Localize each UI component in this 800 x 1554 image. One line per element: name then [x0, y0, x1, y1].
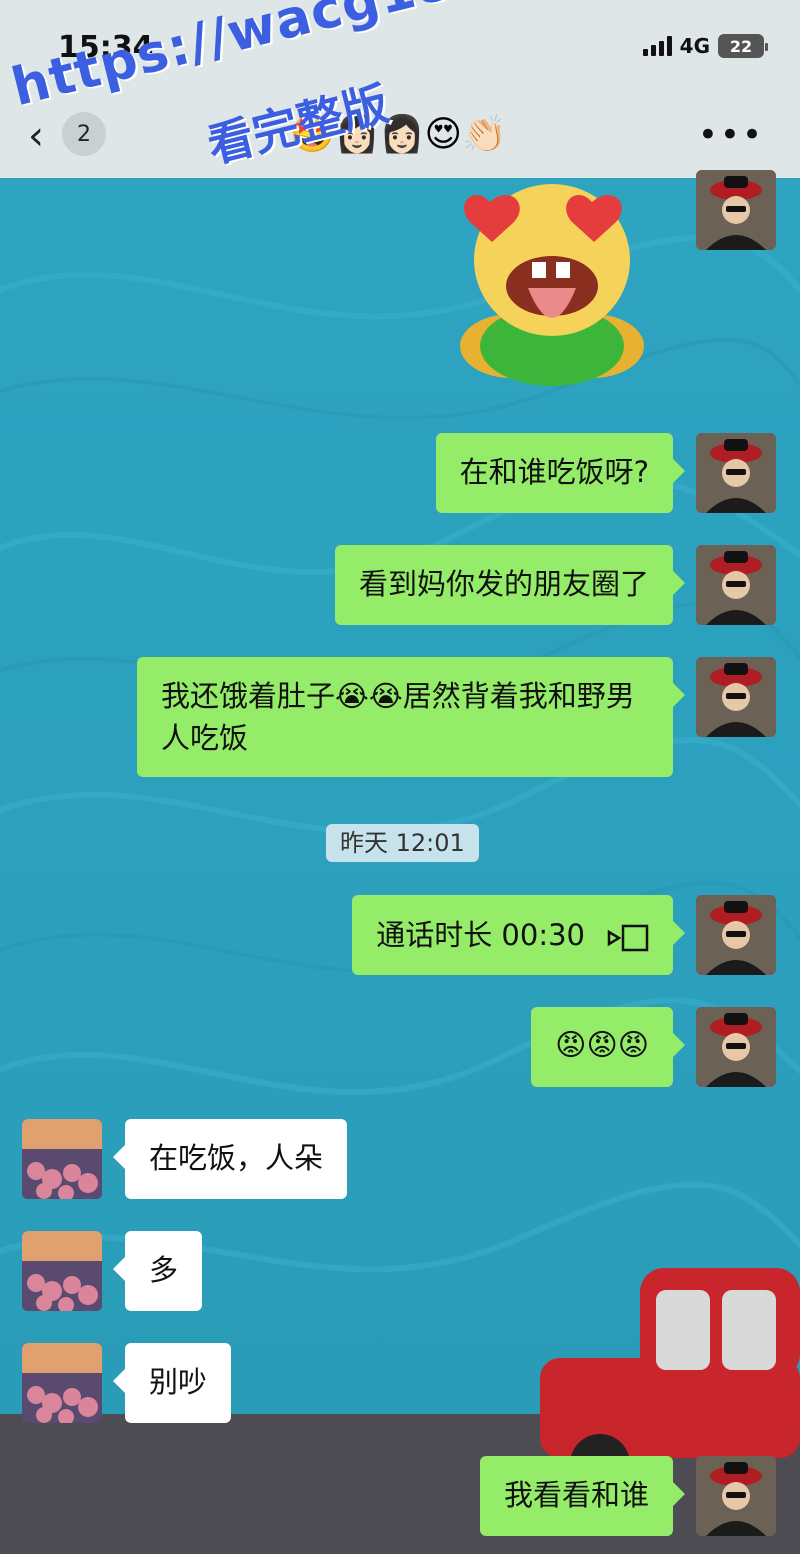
contact-avatar[interactable] [22, 1119, 102, 1199]
signal-icon [642, 36, 672, 56]
message-bubble-received[interactable]: 别吵 [112, 1343, 232, 1423]
status-indicators: 4G 22 [642, 34, 768, 58]
message-bubble-sent[interactable]: 看到妈你发的朋友圈了 [334, 545, 686, 625]
message-bubble-sent[interactable]: 我还饿着肚子😭😭居然背着我和野男人吃饭 [137, 657, 685, 777]
car-illustration [540, 1268, 800, 1468]
my-avatar[interactable] [696, 170, 776, 250]
call-duration-text: 通话时长 00:30 [376, 918, 585, 952]
message-bubble-sent[interactable]: 😡😡😡 [531, 1007, 685, 1087]
chat-title: 🤩👩🏻👩🏻😍👏🏻 [290, 114, 507, 155]
message-timestamp: 昨天 12:01 [326, 824, 479, 862]
message-bubble-received[interactable]: 多 [112, 1231, 203, 1311]
my-avatar[interactable] [696, 433, 776, 513]
my-avatar[interactable] [696, 1456, 776, 1536]
video-call-icon [607, 921, 649, 952]
battery-level: 22 [729, 36, 753, 56]
chevron-left-icon[interactable]: ‹ [28, 116, 44, 156]
network-type: 4G [679, 34, 710, 58]
call-record-bubble[interactable]: 通话时长 00:30 [352, 895, 685, 975]
message-bubble-sent[interactable]: 我看看和谁 [479, 1456, 686, 1536]
message-bubble-received[interactable]: 在吃饭，人朵 [112, 1119, 348, 1199]
status-time: 15:34 [58, 30, 154, 65]
my-avatar[interactable] [696, 545, 776, 625]
more-dots-icon[interactable]: ••• [698, 118, 764, 152]
message-bubble-sent[interactable]: 在和谁吃饭呀? [435, 433, 686, 513]
contact-avatar[interactable] [22, 1343, 102, 1423]
battery-icon: 22 [718, 34, 768, 58]
my-avatar[interactable] [696, 895, 776, 975]
heart-eyes-tongue-sticker[interactable] [452, 178, 652, 388]
my-avatar[interactable] [696, 1007, 776, 1087]
contact-avatar[interactable] [22, 1231, 102, 1311]
unread-count-badge[interactable]: 2 [62, 112, 106, 156]
my-avatar[interactable] [696, 657, 776, 737]
top-bar: 15:34 4G 22 ‹ 2 🤩👩🏻👩🏻😍👏🏻 ••• [0, 0, 800, 178]
